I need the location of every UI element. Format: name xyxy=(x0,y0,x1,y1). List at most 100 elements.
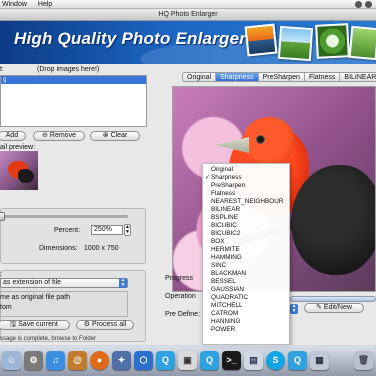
dimensions-value: 1000 x 750 xyxy=(84,245,119,252)
banner-photo xyxy=(277,25,314,62)
save-current-label: Save current xyxy=(18,321,58,328)
menu-bar: Window Help xyxy=(0,0,376,9)
minus-icon: ⊖ xyxy=(42,132,48,139)
menu-item-sinc[interactable]: SINC xyxy=(203,262,289,270)
banner-photo xyxy=(348,25,376,61)
banner-photo xyxy=(315,23,350,59)
menu-item-mitchell[interactable]: MITCHELL xyxy=(203,302,289,310)
remove-button[interactable]: ⊖ Remove xyxy=(33,131,85,141)
menu-item-catrom[interactable]: CATROM xyxy=(203,310,289,318)
menu-item-power[interactable]: POWER xyxy=(203,326,289,334)
process-all-label: Process all xyxy=(92,321,127,328)
tab-bilinear[interactable]: BILINEAR xyxy=(340,73,376,81)
banner-photo xyxy=(244,23,278,57)
menu-item-bilinear[interactable]: BILINEAR xyxy=(203,206,289,214)
radio-original-path[interactable]: me as original file path xyxy=(0,294,70,301)
menu-item-hamming[interactable]: HAMMING xyxy=(203,254,289,262)
clear-button[interactable]: ⊗ Clear xyxy=(90,131,140,141)
menu-item-blackman[interactable]: BLACKMAN xyxy=(203,270,289,278)
firefox-icon[interactable]: ● xyxy=(90,351,109,370)
menu-item-flatness[interactable]: Flatness xyxy=(203,190,289,198)
zoom-slider-track[interactable] xyxy=(0,215,128,218)
menu-item-bicubic2[interactable]: BICUBIC2 xyxy=(203,230,289,238)
process-icon: ⚙ xyxy=(83,321,91,328)
menu-item-bessel[interactable]: BESSEL xyxy=(203,278,289,286)
menu-item-bicubic[interactable]: BICUBIC xyxy=(203,222,289,230)
menu-item-sharpness[interactable]: ✓ Sharpness xyxy=(203,174,289,182)
dock: ☺ ⚙ ♫ @ ● ✦ ⬡ Q ▣ Q >_ ▤ S Q ▦ 🗑 xyxy=(0,345,376,376)
left-panel: t: (Drop images here!) g Add ⊖ Remove ⊗ … xyxy=(0,64,172,376)
edit-new-button[interactable]: ✎ Edit/New xyxy=(304,303,364,313)
menu-item-hermite[interactable]: HERMITE xyxy=(203,246,289,254)
quicktime-icon-2[interactable]: Q xyxy=(200,351,219,370)
banner: High Quality Photo Enlarger xyxy=(0,21,376,64)
window-title: HQ Photo Enlarger xyxy=(0,9,376,21)
tab-original[interactable]: Original xyxy=(183,73,217,81)
save-current-button[interactable]: 🖫 Save current xyxy=(0,320,70,330)
save-icon: 🖫 xyxy=(10,321,17,328)
dimensions-label: Dimensions: xyxy=(39,245,78,252)
banner-title: High Quality Photo Enlarger xyxy=(14,29,247,48)
address-book-icon[interactable]: @ xyxy=(68,351,87,370)
list-item-selected[interactable]: g xyxy=(1,76,146,84)
launchpad-icon[interactable]: ⬡ xyxy=(134,351,153,370)
system-preferences-icon[interactable]: ⚙ xyxy=(24,351,43,370)
percent-stepper[interactable]: ▲ ▼ xyxy=(124,224,131,236)
edit-icon: ✎ xyxy=(316,304,322,311)
trash-icon[interactable]: 🗑 xyxy=(354,351,373,370)
checkmark-icon: ✓ xyxy=(205,175,211,181)
status-icon[interactable] xyxy=(365,1,372,8)
algorithm-dropdown-menu: Original ✓ Sharpness PreSharpen Flatness … xyxy=(202,163,290,345)
output-label: : xyxy=(0,271,2,278)
output-format-select[interactable]: as extension of file ▲ ▼ xyxy=(0,278,128,288)
preview-label: ail preview: xyxy=(0,144,36,151)
app-icon-2[interactable]: ▦ xyxy=(310,351,329,370)
menu-window[interactable]: Window xyxy=(2,0,27,9)
terminal-icon[interactable]: >_ xyxy=(222,351,241,370)
operation-label: Operation xyxy=(165,293,196,300)
quicktime-icon-3[interactable]: Q xyxy=(288,351,307,370)
remove-button-label: Remove xyxy=(49,132,76,139)
skype-icon[interactable]: S xyxy=(266,351,285,370)
menu-item-quadratic[interactable]: QUADRATIC xyxy=(203,294,289,302)
itunes-icon[interactable]: ♫ xyxy=(46,351,65,370)
app-icon[interactable]: ▣ xyxy=(178,351,197,370)
menu-item-nearest-neighbour[interactable]: NEAREST_NEIGHBOUR xyxy=(203,198,289,206)
tab-presharpen[interactable]: PreSharpen xyxy=(259,73,305,81)
drop-hint: (Drop images here!) xyxy=(37,66,100,73)
menu-help[interactable]: Help xyxy=(38,0,52,9)
process-all-button[interactable]: ⚙ Process all xyxy=(76,320,134,330)
algorithm-tabs: Original Sharpness PreSharpen Flatness B… xyxy=(182,72,376,82)
add-button-label: Add xyxy=(5,132,19,139)
status-icon[interactable] xyxy=(355,1,362,8)
preview-thumbnail xyxy=(0,151,38,190)
tab-sharpness[interactable]: Sharpness xyxy=(216,73,259,81)
progress-bar xyxy=(290,296,376,302)
finder-icon[interactable]: ☺ xyxy=(2,351,21,370)
percent-field[interactable]: 250% xyxy=(91,225,123,235)
menu-item-bspline[interactable]: BSPLINE xyxy=(203,214,289,222)
radio-custom-path[interactable]: tom xyxy=(0,304,12,311)
menu-item-gaussian[interactable]: GAUSSIAN xyxy=(203,286,289,294)
clear-icon: ⊗ xyxy=(102,132,109,139)
image-list[interactable]: g xyxy=(0,75,147,127)
select-arrows-icon: ▲ ▼ xyxy=(119,277,127,288)
menu-item-hanning[interactable]: HANNING xyxy=(203,318,289,326)
zoom-slider-handle[interactable] xyxy=(0,212,5,221)
tab-flatness[interactable]: Flatness xyxy=(305,73,341,81)
menu-item-box[interactable]: BOX xyxy=(203,238,289,246)
preview-icon[interactable]: ▤ xyxy=(244,351,263,370)
progress-label: Progress xyxy=(165,275,194,282)
clear-button-label: Clear xyxy=(110,132,128,139)
predefine-select[interactable]: ▲ ▼ xyxy=(290,304,298,314)
add-button[interactable]: Add xyxy=(0,131,26,141)
utilities-icon[interactable]: ✦ xyxy=(112,351,131,370)
status-message: ssage is complete, browse to Folder xyxy=(0,336,97,342)
percent-label: Percent: xyxy=(54,227,81,234)
menu-item-original[interactable]: Original xyxy=(203,166,289,174)
menu-extras xyxy=(355,1,372,8)
quicktime-icon[interactable]: Q xyxy=(156,351,175,370)
predefine-label: Pre Define: xyxy=(165,311,201,318)
input-label: t: xyxy=(0,66,4,73)
menu-item-presharpen[interactable]: PreSharpen xyxy=(203,182,289,190)
